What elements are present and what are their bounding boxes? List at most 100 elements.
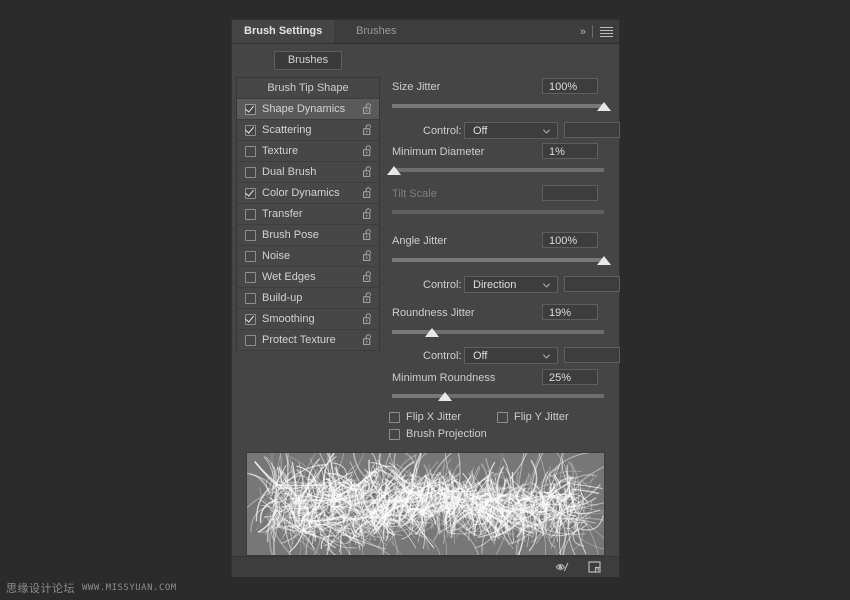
brush-option-brush-pose[interactable]: Brush Pose <box>237 225 379 246</box>
lock-open-icon[interactable] <box>363 124 372 135</box>
size-jitter-control-value: Off <box>473 125 487 137</box>
brush-option-protect-texture[interactable]: Protect Texture <box>237 330 379 351</box>
chevron-double-right-icon[interactable]: » <box>580 26 585 38</box>
brush-option-label: Scattering <box>262 120 312 140</box>
roundness-jitter-value[interactable]: 19% <box>542 304 598 320</box>
tab-brush-settings[interactable]: Brush Settings <box>232 20 334 43</box>
size-jitter-value[interactable]: 100% <box>542 78 598 94</box>
minimum-diameter-value[interactable]: 1% <box>542 143 598 159</box>
panel-tab-bar: Brush Settings Brushes » <box>232 20 619 44</box>
brush-tip-shape-header[interactable]: Brush Tip Shape <box>237 78 379 99</box>
lock-open-icon[interactable] <box>363 250 372 261</box>
size-jitter-slider-fill <box>392 104 604 108</box>
panel-menu-icon[interactable] <box>600 27 613 37</box>
minimum-roundness-value[interactable]: 25% <box>542 369 598 385</box>
brush-option-label: Transfer <box>262 204 303 224</box>
brush-option-checkbox[interactable] <box>245 125 256 136</box>
brush-option-label: Noise <box>262 246 290 266</box>
lock-open-icon[interactable] <box>363 208 372 219</box>
angle-jitter-slider-fill <box>392 258 604 262</box>
brush-option-checkbox[interactable] <box>245 251 256 262</box>
roundness-jitter-control-select[interactable]: Off <box>464 347 558 364</box>
brushes-button[interactable]: Brushes <box>274 51 342 70</box>
lock-open-icon[interactable] <box>363 103 372 114</box>
flip-x-jitter-checkbox[interactable]: Flip X Jitter <box>389 411 461 423</box>
brush-option-label: Dual Brush <box>262 162 316 182</box>
brush-option-label: Wet Edges <box>262 267 316 287</box>
roundness-jitter-slider-thumb[interactable] <box>425 328 439 337</box>
roundness-jitter-control-extra[interactable] <box>564 347 620 363</box>
size-jitter-slider[interactable] <box>392 104 604 108</box>
angle-jitter-control-extra[interactable] <box>564 276 620 292</box>
brush-option-checkbox[interactable] <box>245 104 256 115</box>
brush-option-checkbox[interactable] <box>245 167 256 178</box>
chevron-down-icon <box>543 353 550 360</box>
roundness-jitter-label: Roundness Jitter <box>392 307 475 319</box>
brush-option-texture[interactable]: Texture <box>237 141 379 162</box>
tab-brushes[interactable]: Brushes <box>344 20 408 43</box>
brush-projection-checkbox[interactable]: Brush Projection <box>389 428 487 440</box>
brush-option-checkbox[interactable] <box>245 335 256 346</box>
lock-open-icon[interactable] <box>363 229 372 240</box>
brush-stroke-preview <box>246 452 605 556</box>
angle-jitter-control-label: Control: <box>423 279 462 291</box>
brush-option-label: Smoothing <box>262 309 315 329</box>
angle-jitter-slider[interactable] <box>392 258 604 262</box>
brush-option-wet-edges[interactable]: Wet Edges <box>237 267 379 288</box>
tilt-scale-slider <box>392 210 604 214</box>
minimum-diameter-slider-thumb[interactable] <box>387 166 401 175</box>
brush-option-checkbox[interactable] <box>245 293 256 304</box>
brushes-button-wrap: Brushes <box>232 44 384 77</box>
flip-y-jitter-checkbox[interactable]: Flip Y Jitter <box>497 411 569 423</box>
brush-option-checkbox[interactable] <box>245 230 256 241</box>
brush-option-label: Protect Texture <box>262 330 336 350</box>
chevron-down-icon <box>543 282 550 289</box>
brush-projection-label: Brush Projection <box>406 428 487 440</box>
brush-options-list: Brush Tip Shape Shape DynamicsScattering… <box>236 77 380 351</box>
angle-jitter-control-value: Direction <box>473 279 516 291</box>
lock-open-icon[interactable] <box>363 145 372 156</box>
size-jitter-control-select[interactable]: Off <box>464 122 558 139</box>
brush-option-checkbox[interactable] <box>245 146 256 157</box>
flip-x-jitter-label: Flip X Jitter <box>406 411 461 423</box>
brush-option-checkbox[interactable] <box>245 314 256 325</box>
lock-open-icon[interactable] <box>363 187 372 198</box>
brush-option-dual-brush[interactable]: Dual Brush <box>237 162 379 183</box>
brush-option-smoothing[interactable]: Smoothing <box>237 309 379 330</box>
brush-option-scattering[interactable]: Scattering <box>237 120 379 141</box>
eye-slash-icon[interactable] <box>555 560 571 574</box>
lock-open-icon[interactable] <box>363 313 372 324</box>
minimum-diameter-slider[interactable] <box>392 168 604 172</box>
lock-open-icon[interactable] <box>363 334 372 345</box>
size-jitter-control-extra[interactable] <box>564 122 620 138</box>
minimum-roundness-slider[interactable] <box>392 394 604 398</box>
brush-option-shape-dynamics[interactable]: Shape Dynamics <box>237 99 379 120</box>
flip-x-jitter-box <box>389 412 400 423</box>
angle-jitter-slider-thumb[interactable] <box>597 256 611 265</box>
roundness-jitter-control-label: Control: <box>423 350 462 362</box>
roundness-jitter-slider[interactable] <box>392 330 604 334</box>
size-jitter-label: Size Jitter <box>392 81 440 93</box>
brush-option-checkbox[interactable] <box>245 209 256 220</box>
brush-stroke-preview-canvas <box>247 453 604 555</box>
lock-open-icon[interactable] <box>363 292 372 303</box>
minimum-roundness-slider-thumb[interactable] <box>438 392 452 401</box>
new-brush-preset-icon[interactable] <box>587 560 603 574</box>
brush-option-label: Texture <box>262 141 298 161</box>
brush-option-transfer[interactable]: Transfer <box>237 204 379 225</box>
brush-option-checkbox[interactable] <box>245 272 256 283</box>
brush-option-noise[interactable]: Noise <box>237 246 379 267</box>
brush-option-color-dynamics[interactable]: Color Dynamics <box>237 183 379 204</box>
lock-open-icon[interactable] <box>363 271 372 282</box>
brush-option-checkbox[interactable] <box>245 188 256 199</box>
angle-jitter-value[interactable]: 100% <box>542 232 598 248</box>
brush-settings-panel: Brush Settings Brushes » Brushes Brush T… <box>232 20 619 576</box>
brush-option-label: Brush Pose <box>262 225 319 245</box>
brush-option-build-up[interactable]: Build-up <box>237 288 379 309</box>
angle-jitter-control-select[interactable]: Direction <box>464 276 558 293</box>
panel-tab-bar-actions: » <box>580 20 613 43</box>
size-jitter-control-label: Control: <box>423 125 462 137</box>
panel-content: Brushes Brush Tip Shape Shape DynamicsSc… <box>232 44 619 577</box>
size-jitter-slider-thumb[interactable] <box>597 102 611 111</box>
lock-open-icon[interactable] <box>363 166 372 177</box>
